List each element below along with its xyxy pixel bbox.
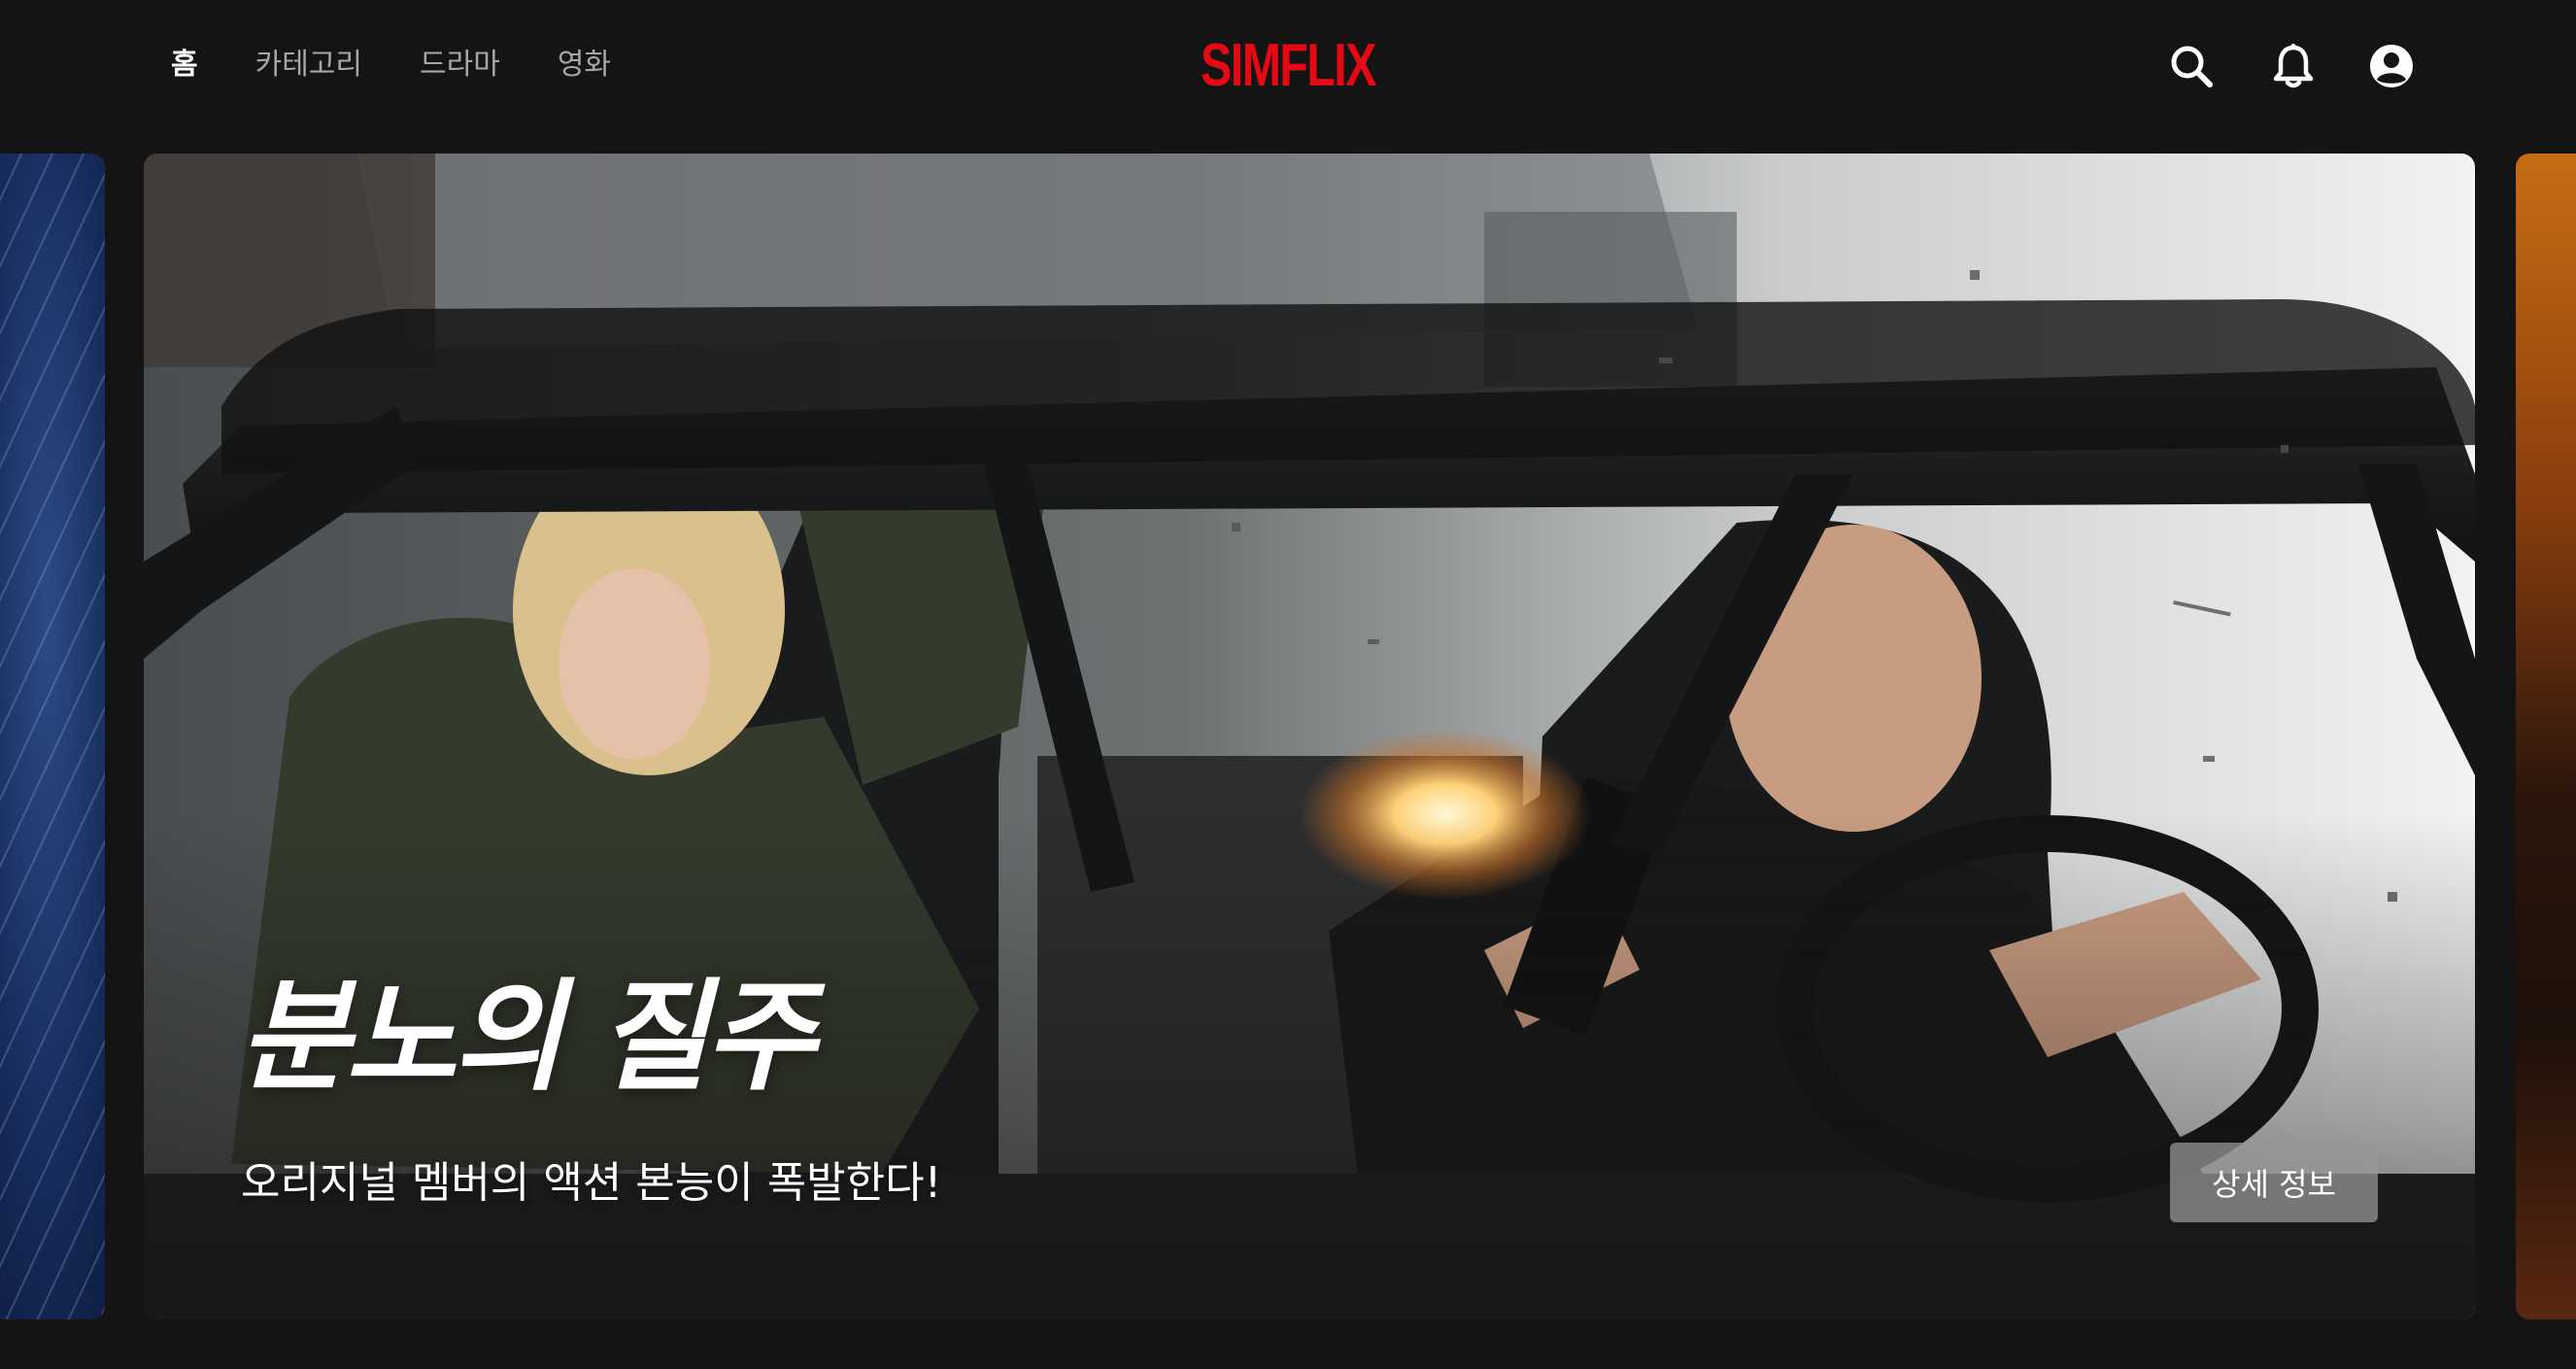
featured-carousel: 분노의 질주 오리지널 멤버의 액션 본능이 폭발한다! 상세 정보 [0, 154, 2576, 1319]
search-icon[interactable] [2164, 39, 2219, 93]
header-actions [0, 39, 2576, 97]
bell-icon[interactable] [2266, 39, 2321, 93]
profile-icon[interactable] [2364, 39, 2419, 93]
previous-slide-card[interactable] [0, 154, 105, 1319]
hero-subtitle: 오리지널 멤버의 액션 본능이 폭발한다! [241, 1158, 942, 1208]
detail-info-button[interactable]: 상세 정보 [2170, 1143, 2378, 1222]
hero-title: 분노의 질주 [239, 968, 816, 1108]
app-root: 홈 카테고리 드라마 영화 SIMFLIX 분노의 질주 오리지널 멤버의 액션… [0, 0, 2576, 1369]
top-header: 홈 카테고리 드라마 영화 SIMFLIX [0, 0, 2576, 131]
hero-slide[interactable]: 분노의 질주 오리지널 멤버의 액션 본능이 폭발한다! 상세 정보 [144, 154, 2475, 1319]
next-slide-card[interactable] [2516, 154, 2576, 1319]
